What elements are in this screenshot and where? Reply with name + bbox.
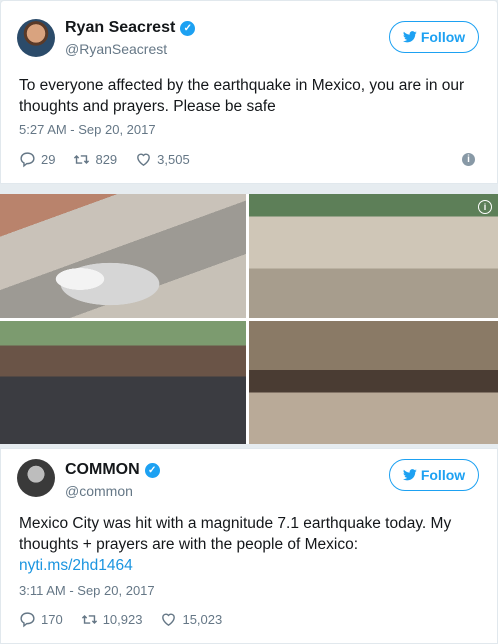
reply-count: 29 <box>41 152 56 167</box>
tweet-actions: 29 829 3,505 <box>19 151 208 168</box>
reply-count: 170 <box>41 612 63 627</box>
like-button[interactable]: 15,023 <box>160 611 222 628</box>
like-button[interactable]: 3,505 <box>135 151 190 168</box>
photo-rubble-rescuers[interactable]: i <box>249 194 498 318</box>
twitter-bird-icon <box>402 469 417 481</box>
tweet-common: COMMON ✓ @common Follow Mexico City was … <box>0 448 498 644</box>
retweet-button[interactable]: 829 <box>73 151 117 168</box>
verified-badge-icon: ✓ <box>180 20 196 36</box>
display-name[interactable]: COMMON <box>65 461 140 479</box>
follow-button[interactable]: Follow <box>389 459 479 491</box>
photo-collage: i <box>0 194 498 444</box>
like-count: 15,023 <box>182 612 223 627</box>
heart-icon <box>137 153 151 167</box>
timestamp[interactable]: 3:11 AM - Sep 20, 2017 <box>19 583 155 598</box>
retweet-count: 10,923 <box>102 612 143 627</box>
tweet-text: Mexico City was hit with a magnitude 7.1… <box>19 513 487 576</box>
tweet-link[interactable]: nyti.ms/2hd1464 <box>19 557 133 574</box>
retweet-icon <box>81 614 97 625</box>
heart-icon <box>162 613 176 627</box>
tweet-body: Mexico City was hit with a magnitude 7.1… <box>19 515 452 553</box>
tweet-text: To everyone affected by the earthquake i… <box>19 77 465 115</box>
handle[interactable]: @RyanSeacrest <box>65 41 167 57</box>
name-row: COMMON ✓ <box>65 461 160 479</box>
avatar[interactable] <box>17 19 55 57</box>
twitter-bird-icon <box>402 31 417 43</box>
reply-icon <box>20 152 35 168</box>
tweet-actions: 170 10,923 15,023 <box>19 611 240 628</box>
info-icon[interactable]: i <box>478 200 492 214</box>
like-count: 3,505 <box>157 152 190 167</box>
timestamp[interactable]: 5:27 AM - Sep 20, 2017 <box>19 122 156 137</box>
reply-icon <box>20 612 35 628</box>
photo-crushed-car[interactable] <box>0 194 246 318</box>
follow-label: Follow <box>420 467 466 483</box>
info-icon[interactable]: i <box>462 153 475 166</box>
display-name[interactable]: Ryan Seacrest <box>65 19 175 37</box>
photo-crowd[interactable] <box>0 321 246 444</box>
follow-label: Follow <box>420 29 466 45</box>
tweet-ryan-seacrest: Ryan Seacrest ✓ @RyanSeacrest Follow To … <box>0 0 498 184</box>
retweet-count: 829 <box>95 152 118 167</box>
reply-button[interactable]: 29 <box>19 151 55 168</box>
retweet-button[interactable]: 10,923 <box>81 611 143 628</box>
reply-button[interactable]: 170 <box>19 611 63 628</box>
retweet-icon <box>74 154 90 165</box>
photo-collapsed-building[interactable] <box>249 321 498 444</box>
verified-badge-icon: ✓ <box>144 462 160 478</box>
avatar[interactable] <box>17 459 55 497</box>
handle[interactable]: @common <box>65 483 133 499</box>
follow-button[interactable]: Follow <box>389 21 479 53</box>
name-row: Ryan Seacrest ✓ <box>65 19 196 37</box>
